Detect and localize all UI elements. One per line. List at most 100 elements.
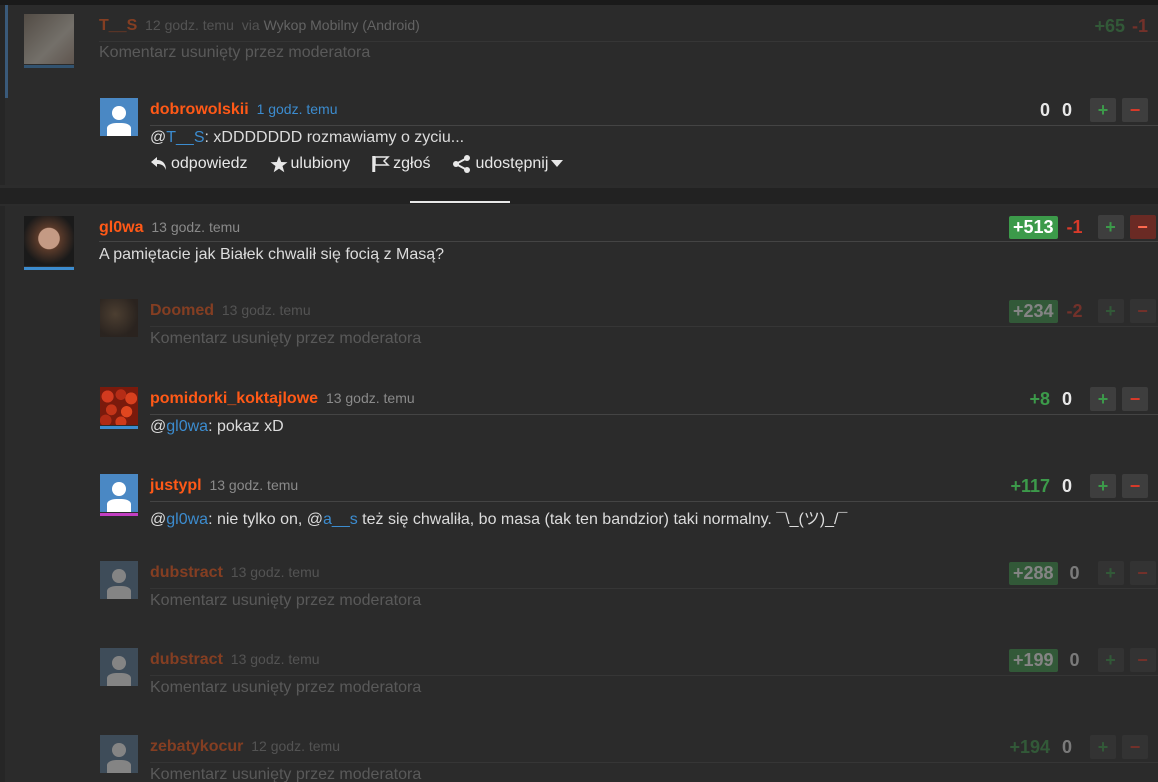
upvote-button[interactable]: + xyxy=(1097,561,1124,585)
timestamp[interactable]: 12 godz. temu xyxy=(251,738,340,754)
upvote-button[interactable]: + xyxy=(1097,299,1124,323)
comment-body: Komentarz usunięty przez moderatora xyxy=(99,44,371,61)
username[interactable]: justypl xyxy=(150,477,202,494)
downvote-button[interactable]: − xyxy=(1122,735,1148,759)
comment-header: dubstract 13 godz. temu xyxy=(150,651,320,669)
header-divider xyxy=(150,326,1158,327)
username[interactable]: pomidorki_koktajlowe xyxy=(150,390,318,407)
username[interactable]: T__S xyxy=(99,17,137,34)
timestamp[interactable]: 13 godz. temu xyxy=(209,477,298,493)
downvote-button[interactable]: − xyxy=(1129,561,1156,585)
upvote-button[interactable]: + xyxy=(1090,735,1116,759)
username[interactable]: dubstract xyxy=(150,564,223,581)
comment-actions: odpowiedz ulubiony zgłoś udostępnij xyxy=(150,155,564,173)
comment-header: dubstract 13 godz. temu xyxy=(150,564,320,582)
mention-prefix: @ xyxy=(150,418,167,435)
chevron-down-icon xyxy=(551,160,564,167)
avatar[interactable] xyxy=(100,735,138,773)
avatar[interactable] xyxy=(100,387,138,425)
vote-box: +117 0 + − xyxy=(1000,474,1148,498)
mention-prefix: @ xyxy=(150,511,167,528)
share-label: udostępnij xyxy=(475,155,549,172)
vote-box: +65 -1 xyxy=(1075,16,1155,37)
username[interactable]: gl0wa xyxy=(99,219,143,236)
upvote-button[interactable]: + xyxy=(1090,474,1116,498)
username[interactable]: dobrowolskii xyxy=(150,101,249,118)
comment-header: pomidorki_koktajlowe 13 godz. temu xyxy=(150,390,415,408)
active-tab-indicator xyxy=(410,201,510,203)
minus-count: 0 xyxy=(1061,475,1072,496)
report-label: zgłoś xyxy=(393,155,431,172)
comment-body: @gl0wa: nie tylko on, @a__s też się chwa… xyxy=(150,505,847,529)
timestamp[interactable]: 13 godz. temu xyxy=(326,390,415,406)
comment-text: : pokaz xD xyxy=(208,418,284,435)
avatar-underline xyxy=(24,267,74,270)
plus-count: +288 xyxy=(1009,561,1058,585)
thread-separator xyxy=(0,188,1158,204)
avatar-underline xyxy=(100,426,138,429)
plus-count: +65 xyxy=(1094,16,1125,36)
mention-link[interactable]: gl0wa xyxy=(166,511,208,528)
downvote-button[interactable]: − xyxy=(1129,215,1156,239)
mention-link[interactable]: gl0wa xyxy=(166,418,208,435)
comment-body: Komentarz usunięty przez moderatora xyxy=(150,679,422,696)
upvote-button[interactable]: + xyxy=(1090,387,1116,411)
avatar[interactable] xyxy=(100,474,138,512)
minus-count: 0 xyxy=(1069,649,1080,670)
avatar[interactable] xyxy=(100,98,138,136)
upvote-button[interactable]: + xyxy=(1097,215,1124,239)
downvote-button[interactable]: − xyxy=(1129,648,1156,672)
header-divider xyxy=(150,762,1158,763)
comment-body: Komentarz usunięty przez moderatora xyxy=(150,766,422,782)
avatar-underline xyxy=(100,513,138,516)
plus-count: +513 xyxy=(1009,215,1058,239)
comment-header: gl0wa 13 godz. temu xyxy=(99,219,240,237)
vote-box: +199 0 + − xyxy=(1009,648,1156,672)
downvote-button[interactable]: − xyxy=(1129,299,1156,323)
mention-link[interactable]: T__S xyxy=(166,129,204,146)
header-divider xyxy=(99,241,1158,242)
share-button[interactable]: udostępnij xyxy=(452,155,564,173)
username[interactable]: dubstract xyxy=(150,651,223,668)
username[interactable]: Doomed xyxy=(150,302,214,319)
comment-header: dobrowolskii 1 godz. temu xyxy=(150,101,338,119)
avatar-underline xyxy=(24,65,74,68)
avatar[interactable] xyxy=(24,14,74,64)
downvote-button[interactable]: − xyxy=(1122,474,1148,498)
mention-link[interactable]: a__s xyxy=(323,511,358,528)
downvote-button[interactable]: − xyxy=(1122,98,1148,122)
username[interactable]: zebatykocur xyxy=(150,738,243,755)
report-button[interactable]: zgłoś xyxy=(372,155,430,173)
avatar[interactable] xyxy=(100,561,138,599)
reply-button[interactable]: odpowiedz xyxy=(150,155,248,173)
avatar[interactable] xyxy=(100,648,138,686)
comment-body: Komentarz usunięty przez moderatora xyxy=(150,330,422,347)
star-icon xyxy=(270,155,287,172)
timestamp[interactable]: 13 godz. temu xyxy=(231,564,320,580)
via-prefix: via xyxy=(241,17,260,33)
comment-header: zebatykocur 12 godz. temu xyxy=(150,738,340,756)
avatar[interactable] xyxy=(24,216,74,266)
header-divider xyxy=(150,125,1158,126)
reply-label: odpowiedz xyxy=(171,155,248,172)
vote-box: +288 0 + − xyxy=(1009,561,1156,585)
upvote-button[interactable]: + xyxy=(1097,648,1124,672)
timestamp[interactable]: 1 godz. temu xyxy=(257,101,338,117)
timestamp[interactable]: 13 godz. temu xyxy=(151,219,240,235)
downvote-button[interactable]: − xyxy=(1122,387,1148,411)
upvote-button[interactable]: + xyxy=(1090,98,1116,122)
timestamp[interactable]: 13 godz. temu xyxy=(231,651,320,667)
avatar[interactable] xyxy=(100,299,138,337)
via-label: via Wykop Mobilny (Android) xyxy=(242,17,420,33)
vote-box: +234 -2 + − xyxy=(1009,299,1156,323)
timestamp[interactable]: 12 godz. temu xyxy=(145,17,234,33)
minus-count: 0 xyxy=(1061,736,1072,757)
via-app-link[interactable]: Wykop Mobilny (Android) xyxy=(264,17,420,33)
plus-count: 0 xyxy=(1039,99,1050,120)
minus-count: 0 xyxy=(1061,388,1072,409)
favorite-label: ulubiony xyxy=(290,155,351,172)
comment-text: : nie tylko on, @ xyxy=(208,511,324,528)
favorite-button[interactable]: ulubiony xyxy=(270,155,351,173)
timestamp[interactable]: 13 godz. temu xyxy=(222,302,311,318)
header-divider xyxy=(150,414,1158,415)
